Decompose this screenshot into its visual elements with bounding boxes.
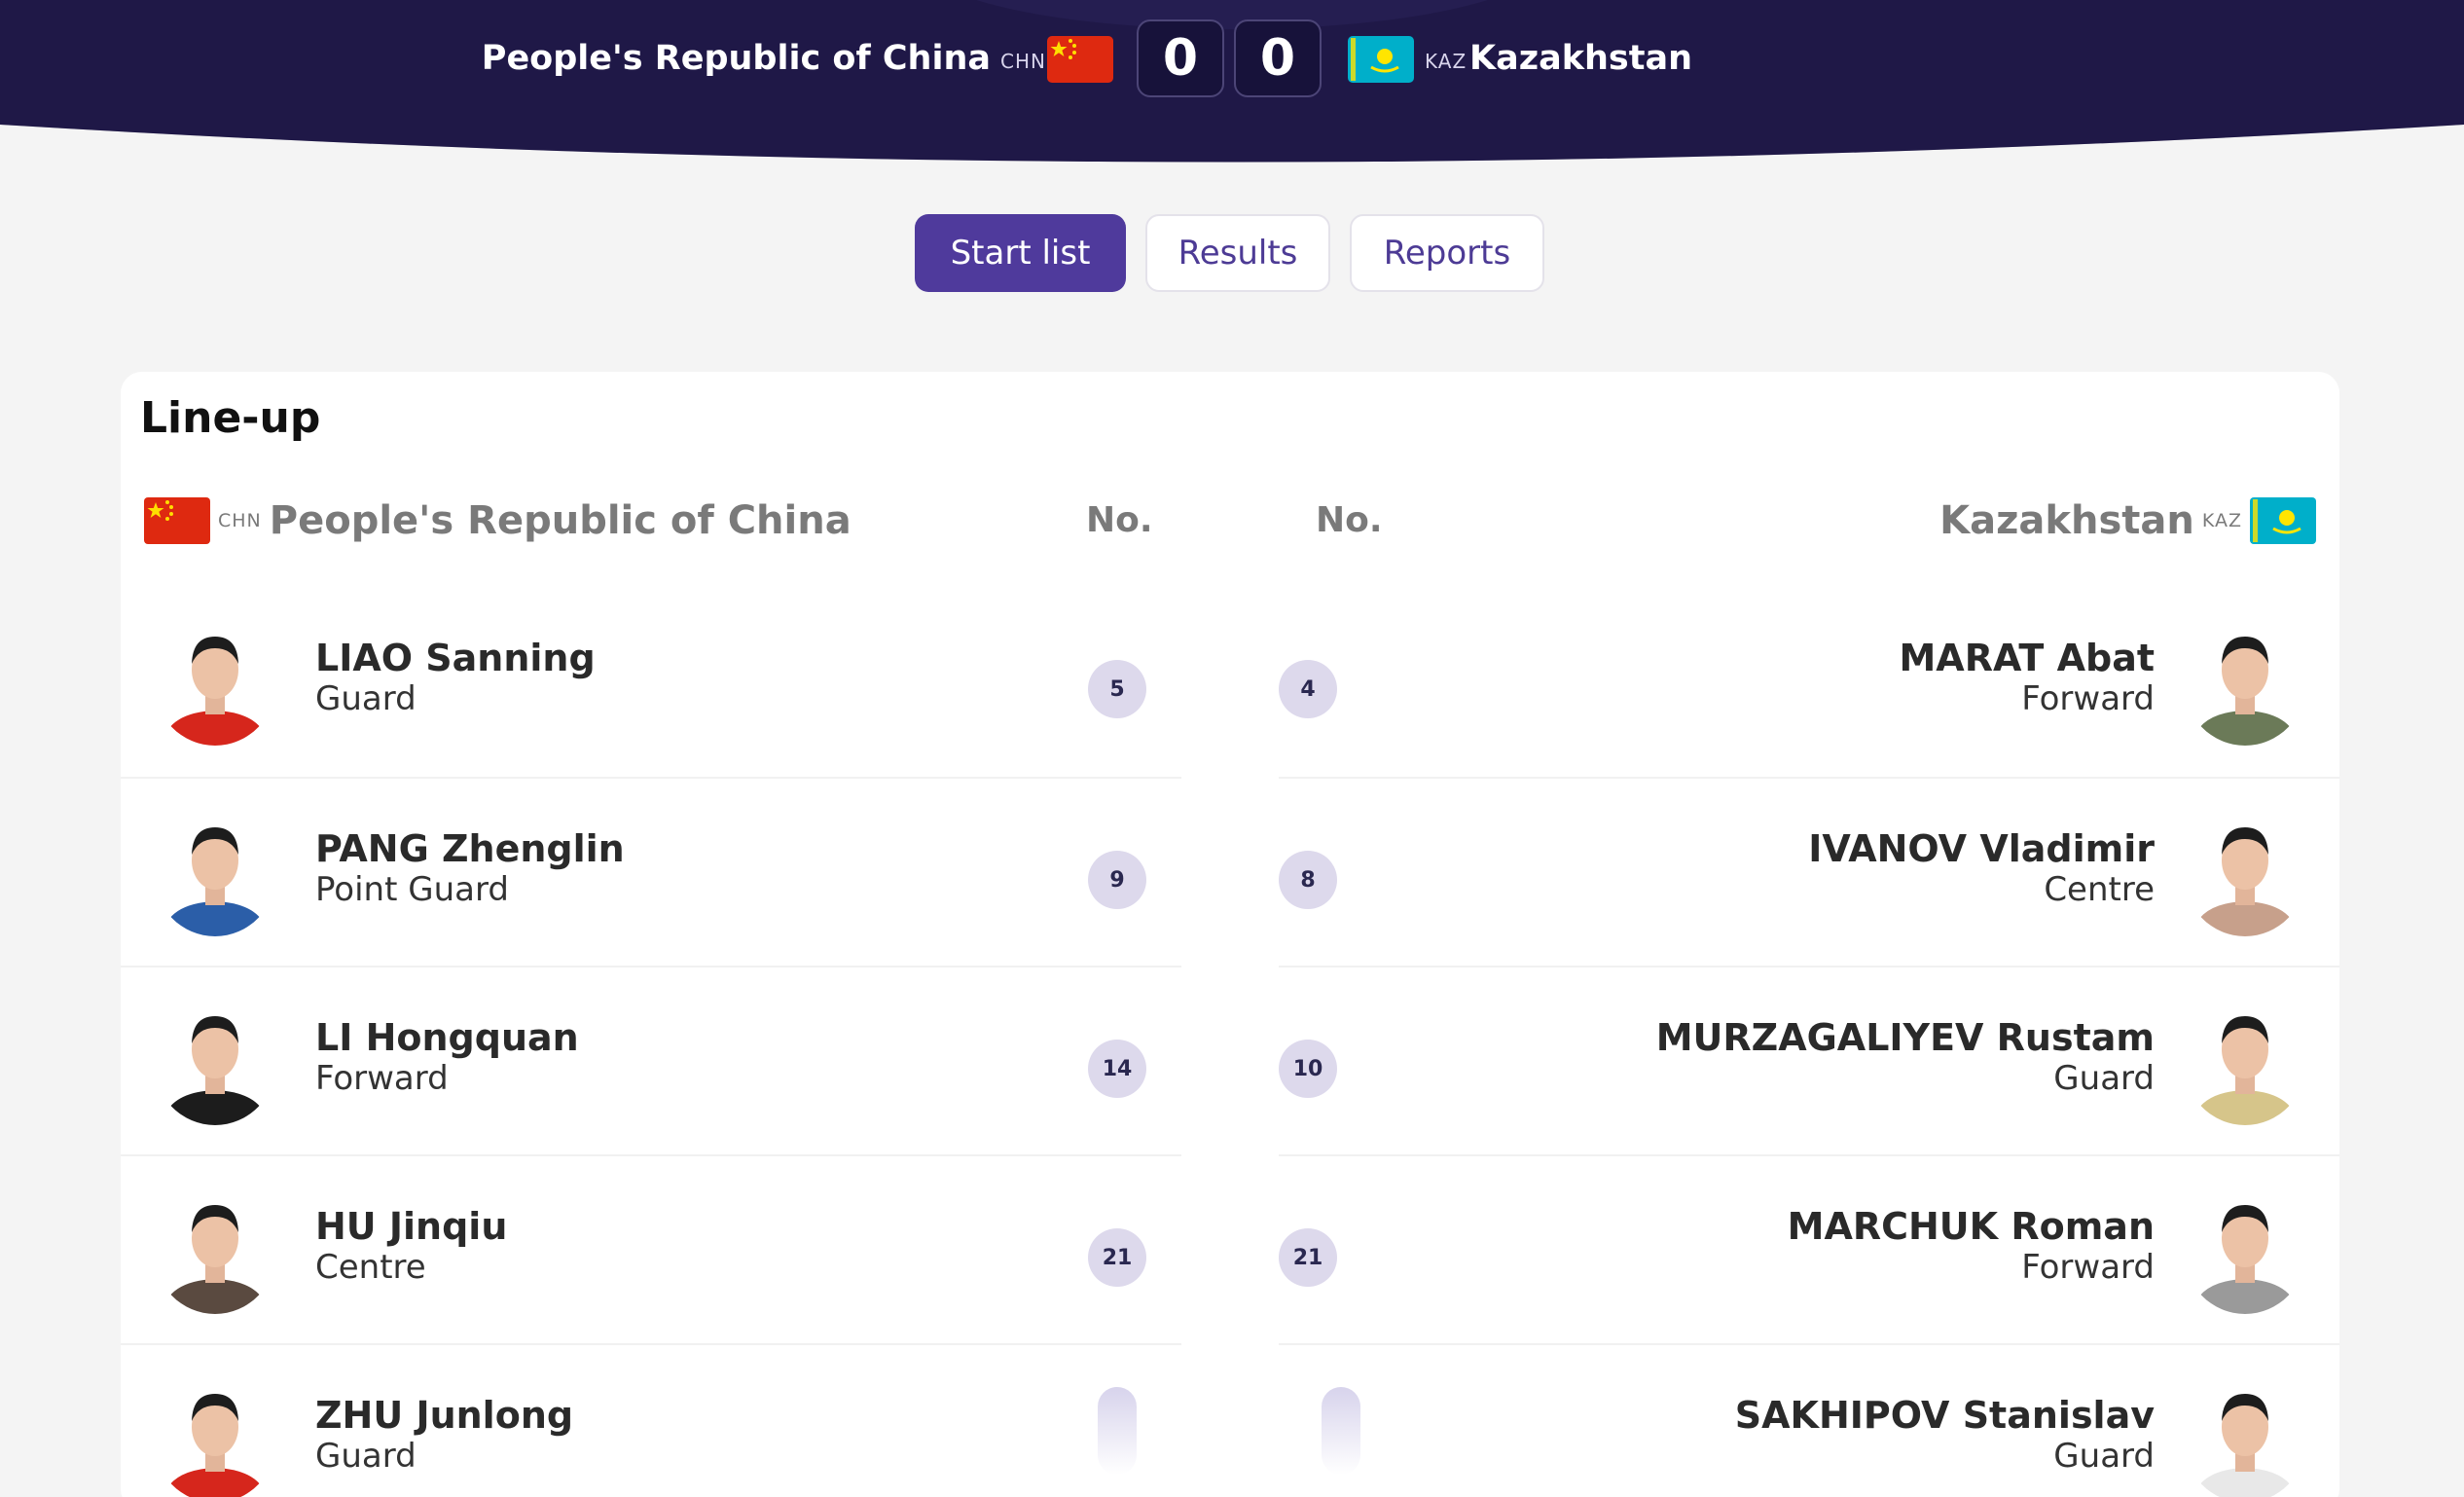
player-number-badge: 8 [1279, 851, 1337, 909]
home-team-name[interactable]: People's Republic of China [482, 39, 991, 78]
home-team-header: CHN People's Republic of China [144, 496, 852, 545]
lineup-title: Line-up [140, 393, 321, 443]
home-team-code: CHN [218, 510, 262, 531]
home-player-row[interactable]: LIAO Sanning Guard 5 [121, 588, 1181, 773]
away-number-header: No. [1316, 500, 1383, 540]
player-number-badge: 9 [1088, 851, 1146, 909]
player-name[interactable]: ZHU Junlong [315, 1394, 573, 1437]
player-avatar [154, 810, 276, 936]
tab-reports[interactable]: Reports [1350, 214, 1544, 292]
player-position: Point Guard [315, 870, 509, 909]
player-avatar [2184, 1376, 2306, 1497]
away-team-code: KAZ [2201, 510, 2242, 531]
away-team-label[interactable]: Kazakhstan [1939, 498, 2194, 543]
player-position: Centre [2044, 870, 2155, 909]
home-number-header: No. [1086, 500, 1153, 540]
away-player-row[interactable]: MARCHUK Roman Forward 21 [1279, 1154, 2339, 1339]
player-avatar [154, 999, 276, 1125]
china-flag-icon [144, 497, 210, 544]
player-position: Guard [315, 1437, 417, 1476]
player-number-badge: 21 [1088, 1228, 1146, 1287]
away-team-name[interactable]: Kazakhstan [1469, 39, 1692, 78]
player-avatar [2184, 810, 2306, 936]
player-position: Guard [2053, 1437, 2155, 1476]
player-name[interactable]: LI Hongquan [315, 1016, 579, 1059]
home-player-row[interactable]: HU Jinqiu Centre 21 [121, 1154, 1181, 1339]
loading-placeholder [1098, 1387, 1137, 1475]
player-avatar [154, 1187, 276, 1314]
lineup-card: Line-up CHN People's Republic of China N… [121, 372, 2339, 1497]
tab-start-list[interactable]: Start list [915, 214, 1126, 292]
loading-placeholder [1322, 1387, 1360, 1475]
player-number-badge: 21 [1279, 1228, 1337, 1287]
player-position: Guard [2053, 1059, 2155, 1098]
player-name[interactable]: MARCHUK Roman [1788, 1205, 2155, 1248]
player-name[interactable]: SAKHIPOV Stanislav [1735, 1394, 2155, 1437]
away-team-code: KAZ [1425, 50, 1468, 73]
player-avatar [2184, 999, 2306, 1125]
kazakhstan-flag-icon [1348, 36, 1414, 83]
home-player-row[interactable]: PANG Zhenglin Point Guard 9 [121, 777, 1181, 962]
player-number-badge: 10 [1279, 1040, 1337, 1098]
player-number-badge: 14 [1088, 1040, 1146, 1098]
home-player-row[interactable]: ZHU Junlong Guard [121, 1343, 1181, 1497]
away-player-row[interactable]: MURZAGALIYEV Rustam Guard 10 [1279, 966, 2339, 1150]
player-position: Forward [2021, 1248, 2155, 1287]
player-number-badge: 4 [1279, 660, 1337, 718]
player-position: Forward [2021, 679, 2155, 718]
away-player-row[interactable]: IVANOV Vladimir Centre 8 [1279, 777, 2339, 962]
tab-results[interactable]: Results [1145, 214, 1330, 292]
away-player-row[interactable]: SAKHIPOV Stanislav Guard [1279, 1343, 2339, 1497]
home-score: 0 [1137, 19, 1224, 97]
player-avatar [154, 1376, 276, 1497]
away-score: 0 [1234, 19, 1322, 97]
player-position: Forward [315, 1059, 449, 1098]
home-team-code: CHN [1000, 50, 1046, 73]
player-name[interactable]: IVANOV Vladimir [1808, 827, 2155, 870]
player-name[interactable]: LIAO Sanning [315, 637, 596, 679]
home-team-label[interactable]: People's Republic of China [270, 498, 852, 543]
away-team-header: Kazakhstan KAZ [1939, 496, 2316, 545]
player-position: Centre [315, 1248, 426, 1287]
home-player-row[interactable]: LI Hongquan Forward 14 [121, 966, 1181, 1150]
player-name[interactable]: HU Jinqiu [315, 1205, 507, 1248]
player-avatar [2184, 1187, 2306, 1314]
player-position: Guard [315, 679, 417, 718]
player-number-badge: 5 [1088, 660, 1146, 718]
player-name[interactable]: MURZAGALIYEV Rustam [1656, 1016, 2155, 1059]
away-player-row[interactable]: MARAT Abat Forward 4 [1279, 588, 2339, 773]
player-avatar [2184, 619, 2306, 746]
kazakhstan-flag-icon [2250, 497, 2316, 544]
match-header: People's Republic of China CHN 0 0 KAZ K… [0, 0, 2464, 170]
player-name[interactable]: PANG Zhenglin [315, 827, 625, 870]
player-name[interactable]: MARAT Abat [1899, 637, 2155, 679]
china-flag-icon [1047, 36, 1113, 83]
player-avatar [154, 619, 276, 746]
